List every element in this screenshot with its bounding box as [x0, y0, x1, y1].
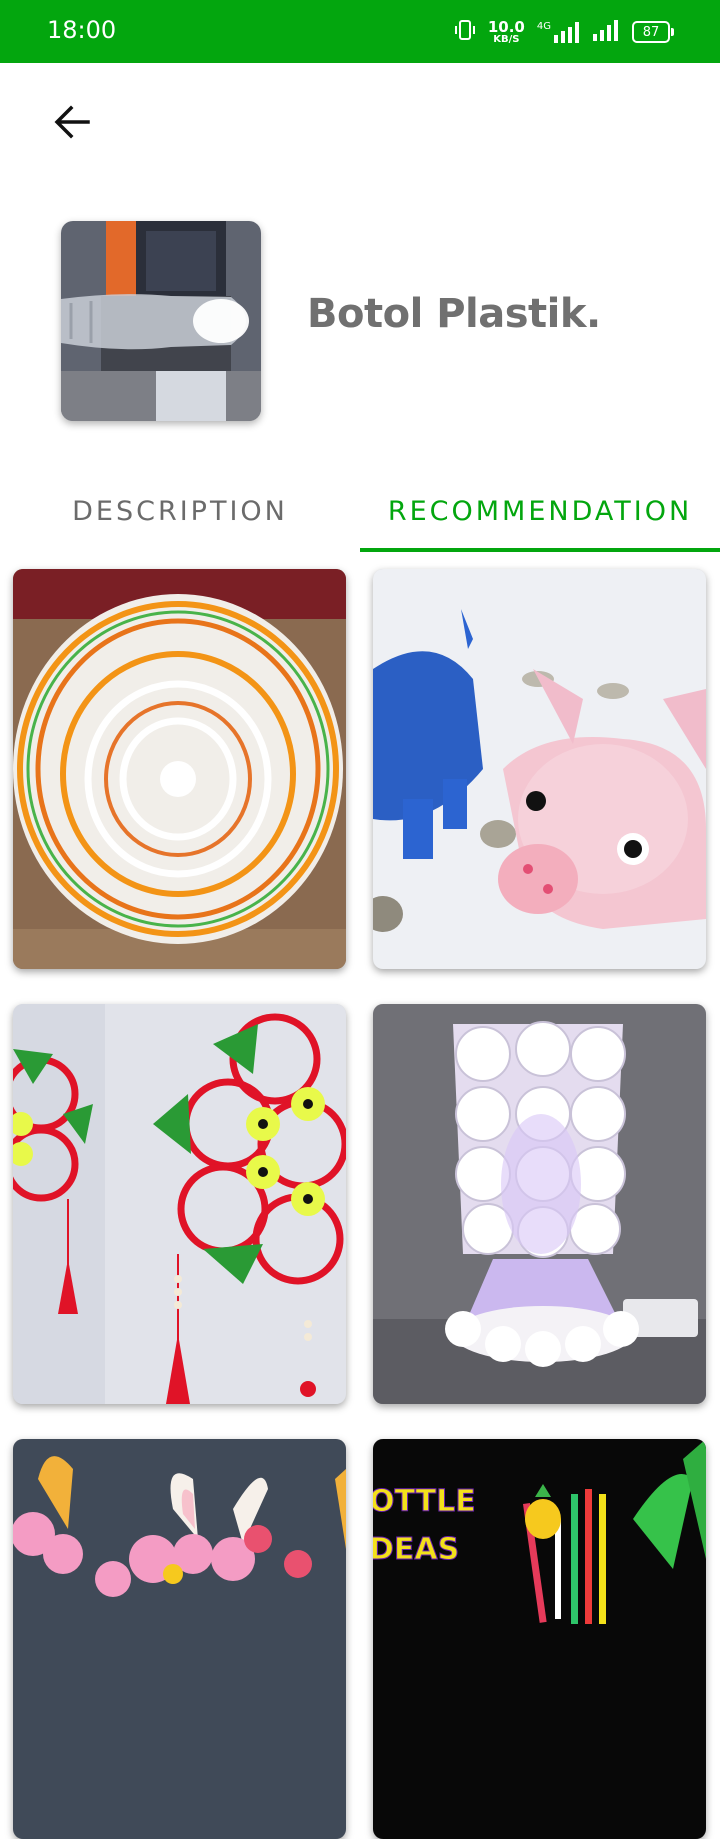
battery-icon: 87	[632, 21, 674, 43]
signal-icon	[592, 19, 620, 46]
recommendation-card-bottle-ideas[interactable]: OTTLE DEAS	[373, 1439, 706, 1839]
arrow-left-icon	[54, 105, 90, 139]
recommendation-card-basket[interactable]	[13, 569, 346, 969]
recommendation-card-piggy[interactable]	[373, 569, 706, 969]
back-button[interactable]	[44, 94, 100, 150]
recommendation-card-bunny-pots[interactable]	[13, 1439, 346, 1839]
status-time: 18:00	[47, 16, 117, 44]
page-title: Botol Plastik.	[307, 291, 601, 337]
network-speed: 10.0 KB/S	[487, 17, 525, 45]
recommendation-card-lamp[interactable]	[373, 1004, 706, 1404]
tab-description[interactable]: DESCRIPTION	[0, 470, 360, 552]
recommendation-card-wall-hanging[interactable]	[13, 1004, 346, 1404]
bottle-ideas-line2: DEAS	[373, 1532, 459, 1567]
item-thumbnail	[61, 221, 261, 421]
network-type: 4G	[536, 21, 551, 32]
recommendation-image	[13, 1004, 346, 1404]
vibrate-icon	[454, 18, 476, 47]
tab-bar: DESCRIPTION RECOMMENDATION	[0, 470, 720, 552]
recommendation-image	[373, 569, 706, 969]
recommendation-image	[373, 1004, 706, 1404]
battery-level: 87	[642, 24, 660, 40]
status-bar: 18:00 10.0 KB/S 4G 87	[0, 0, 720, 63]
tab-recommendation[interactable]: RECOMMENDATION	[360, 470, 720, 552]
signal-4g-icon: 4G	[537, 21, 580, 43]
recommendation-image: OTTLE DEAS	[373, 1439, 706, 1839]
network-speed-unit: KB/S	[493, 33, 520, 45]
recommendation-image	[13, 569, 346, 969]
network-speed-value: 10.0	[487, 17, 525, 36]
bottle-ideas-line1: OTTLE	[373, 1484, 476, 1519]
status-icons: 10.0 KB/S 4G 87	[454, 14, 674, 50]
recommendation-image	[13, 1439, 346, 1839]
tab-indicator	[360, 548, 720, 552]
